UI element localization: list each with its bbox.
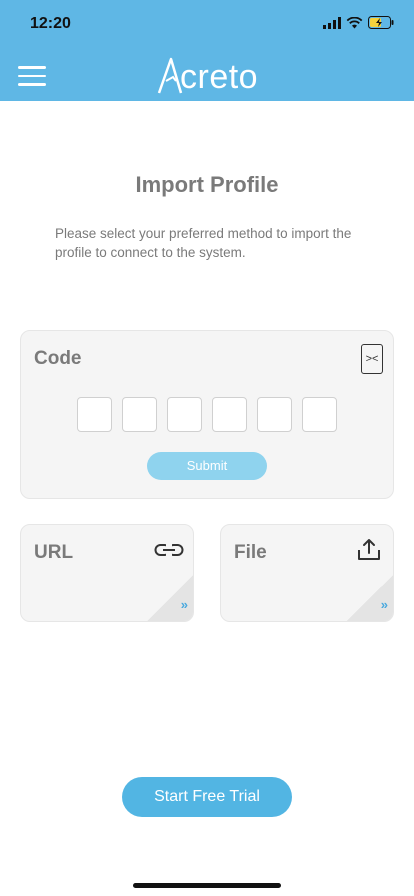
url-card-title: URL [34,542,74,563]
logo: creto [157,55,258,95]
code-card: Code >< Submit [20,330,394,499]
logo-text: creto [180,58,259,96]
code-digit-input[interactable] [122,397,157,432]
code-digit-input[interactable] [77,397,112,432]
status-time: 12:20 [30,15,71,32]
app-header: 12:20 creto [0,0,414,101]
file-card-title: File [234,542,267,563]
menu-line [18,74,46,77]
code-digit-input[interactable] [302,397,337,432]
code-input-group [77,397,337,432]
battery-icon [368,16,394,29]
signal-icon [323,16,341,29]
file-card[interactable]: File » [220,524,394,622]
chevron-right-icon: » [180,597,188,612]
code-digit-input[interactable] [257,397,292,432]
code-digit-input[interactable] [212,397,247,432]
card-fold [147,575,193,621]
upload-icon [358,539,380,560]
card-fold [347,575,393,621]
menu-line [18,66,46,69]
home-indicator [133,883,281,888]
start-free-trial-button[interactable]: Start Free Trial [122,777,292,817]
page-title: Import Profile [135,172,279,197]
menu-button[interactable] [18,66,46,86]
status-icons [323,16,394,29]
code-digit-input[interactable] [167,397,202,432]
chevron-right-icon: » [380,597,388,612]
scan-icon: >< [365,353,379,365]
submit-button[interactable]: Submit [147,452,267,480]
wifi-icon [346,16,363,28]
menu-line [18,83,46,86]
scan-code-button[interactable]: >< [361,344,383,374]
link-icon [154,543,184,557]
url-card[interactable]: URL » [20,524,194,622]
page-subtitle: Please select your preferred method to i… [55,226,352,260]
code-card-title: Code [34,348,82,369]
